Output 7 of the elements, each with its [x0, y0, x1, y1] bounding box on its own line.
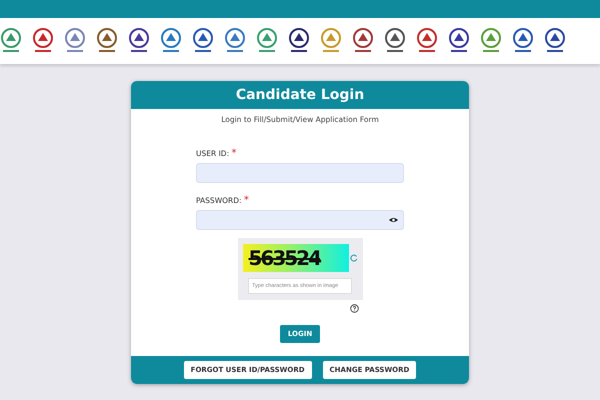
- captcha-image: 563524: [242, 244, 348, 272]
- help-icon[interactable]: [350, 304, 358, 313]
- eye-icon[interactable]: [389, 217, 398, 223]
- refresh-icon[interactable]: [350, 254, 358, 262]
- input-field[interactable]: [196, 210, 404, 230]
- card-title: Candidate Login: [131, 81, 469, 109]
- input-field[interactable]: [196, 163, 404, 183]
